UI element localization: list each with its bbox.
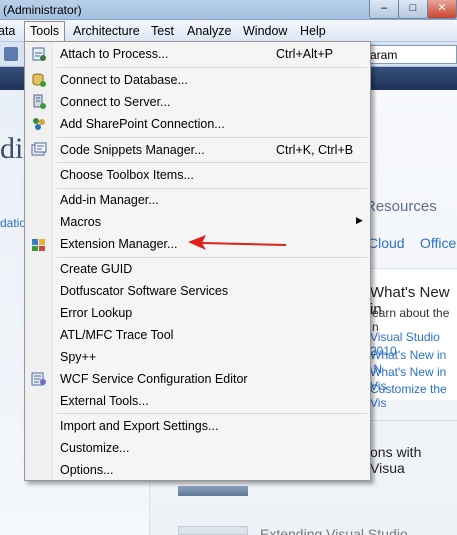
connect-server-icon	[33, 94, 46, 109]
menu-item-macros[interactable]: Macros ▶	[28, 211, 368, 233]
menu-separator	[57, 162, 367, 163]
menu-item-label: Code Snippets Manager...	[60, 143, 205, 157]
menu-test[interactable]: Test	[151, 24, 174, 38]
menu-item-shortcut: Ctrl+Alt+P	[276, 47, 333, 61]
menu-item-wcf-service-config-editor[interactable]: WCF Service Configuration Editor	[28, 368, 368, 390]
menu-item-add-sharepoint-connection[interactable]: Add SharePoint Connection...	[28, 113, 368, 135]
menu-item-label: Create GUID	[60, 262, 133, 276]
section-heading-2: Extending Visual Studio	[260, 526, 408, 535]
link-cloud[interactable]: Cloud	[368, 235, 405, 251]
tools-menu: Attach to Process... Ctrl+Alt+P Connect …	[24, 41, 371, 481]
menu-item-label: Add-in Manager...	[60, 193, 159, 207]
wcf-config-icon	[31, 372, 46, 386]
menu-item-shortcut: Ctrl+K, Ctrl+B	[276, 143, 354, 157]
title-bar: (Administrator) – □ ✕	[0, 0, 457, 20]
annotation-arrow-icon	[188, 235, 287, 250]
extension-manager-icon	[32, 239, 45, 251]
menu-item-choose-toolbox-items[interactable]: Choose Toolbox Items...	[28, 164, 368, 186]
toolbar-icon[interactable]	[4, 47, 18, 61]
whats-new-link[interactable]: Customize the Vis	[370, 382, 457, 410]
menu-item-label: Dotfuscator Software Services	[60, 284, 229, 298]
menu-item-label: Error Lookup	[60, 306, 133, 320]
menu-item-label: Connect to Database...	[60, 73, 188, 87]
menu-item-label: Macros	[60, 215, 101, 229]
menu-item-add-in-manager[interactable]: Add-in Manager...	[28, 189, 368, 211]
menu-item-label: WCF Service Configuration Editor	[60, 372, 248, 386]
menu-architecture[interactable]: Architecture	[73, 24, 140, 38]
menu-item-label: Customize...	[60, 441, 130, 455]
menu-separator	[57, 137, 367, 138]
menu-item-label: Add SharePoint Connection...	[60, 117, 225, 131]
menu-item-connect-to-server[interactable]: Connect to Server...	[28, 91, 368, 113]
attach-process-icon	[32, 47, 46, 61]
section-heading: ons with Visua	[370, 444, 422, 476]
menu-item-label: Spy++	[60, 350, 97, 364]
solution-config-input[interactable]: aram	[367, 45, 457, 64]
menu-item-options[interactable]: Options...	[28, 459, 368, 481]
menu-separator	[57, 413, 367, 414]
maximize-button[interactable]: □	[398, 0, 428, 19]
sidebar-link[interactable]: datio	[0, 216, 26, 230]
menu-item-label: Connect to Server...	[60, 95, 171, 109]
minimize-button[interactable]: –	[369, 0, 399, 19]
menu-analyze[interactable]: Analyze	[187, 24, 231, 38]
link-office[interactable]: Office	[420, 235, 456, 251]
menu-item-label: Options...	[60, 463, 114, 477]
menu-separator	[57, 67, 367, 68]
menu-item-label: Attach to Process...	[60, 47, 169, 61]
menu-item-create-guid[interactable]: Create GUID	[28, 258, 368, 280]
menu-item-connect-to-database[interactable]: Connect to Database...	[28, 69, 368, 91]
menu-item-spy-plus-plus[interactable]: Spy++	[28, 346, 368, 368]
menu-item-customize[interactable]: Customize...	[28, 437, 368, 459]
menu-item-label: Import and Export Settings...	[60, 419, 219, 433]
thumbnail	[178, 526, 248, 535]
window-title: (Administrator)	[3, 3, 82, 17]
menu-item-attach-to-process[interactable]: Attach to Process... Ctrl+Alt+P	[28, 43, 368, 65]
menu-item-atl-mfc-trace-tool[interactable]: ATL/MFC Trace Tool	[28, 324, 368, 346]
menu-item-label: External Tools...	[60, 394, 149, 408]
submenu-arrow-icon: ▶	[356, 215, 363, 225]
menu-item-label: ATL/MFC Trace Tool	[60, 328, 174, 342]
sharepoint-icon	[33, 118, 45, 130]
connect-database-icon	[32, 73, 46, 87]
menu-tools[interactable]: Tools	[24, 21, 66, 42]
menu-data[interactable]: ata	[0, 24, 15, 38]
menu-item-label: Extension Manager...	[60, 237, 178, 251]
menu-item-import-export-settings[interactable]: Import and Export Settings...	[28, 415, 368, 437]
tab-resources[interactable]: Resources	[365, 198, 437, 215]
menu-window[interactable]: Window	[243, 24, 287, 38]
menu-item-label: Choose Toolbox Items...	[60, 168, 194, 182]
close-button[interactable]: ✕	[427, 0, 457, 19]
thumbnail	[178, 486, 248, 496]
menu-item-code-snippets-manager[interactable]: Code Snippets Manager... Ctrl+K, Ctrl+B	[28, 139, 368, 161]
menu-help[interactable]: Help	[300, 24, 326, 38]
menu-item-external-tools[interactable]: External Tools...	[28, 390, 368, 412]
menu-item-dotfuscator[interactable]: Dotfuscator Software Services	[28, 280, 368, 302]
code-snippets-icon	[31, 142, 47, 156]
menu-bar: ata Tools Architecture Test Analyze Wind…	[0, 20, 457, 42]
menu-item-error-lookup[interactable]: Error Lookup	[28, 302, 368, 324]
